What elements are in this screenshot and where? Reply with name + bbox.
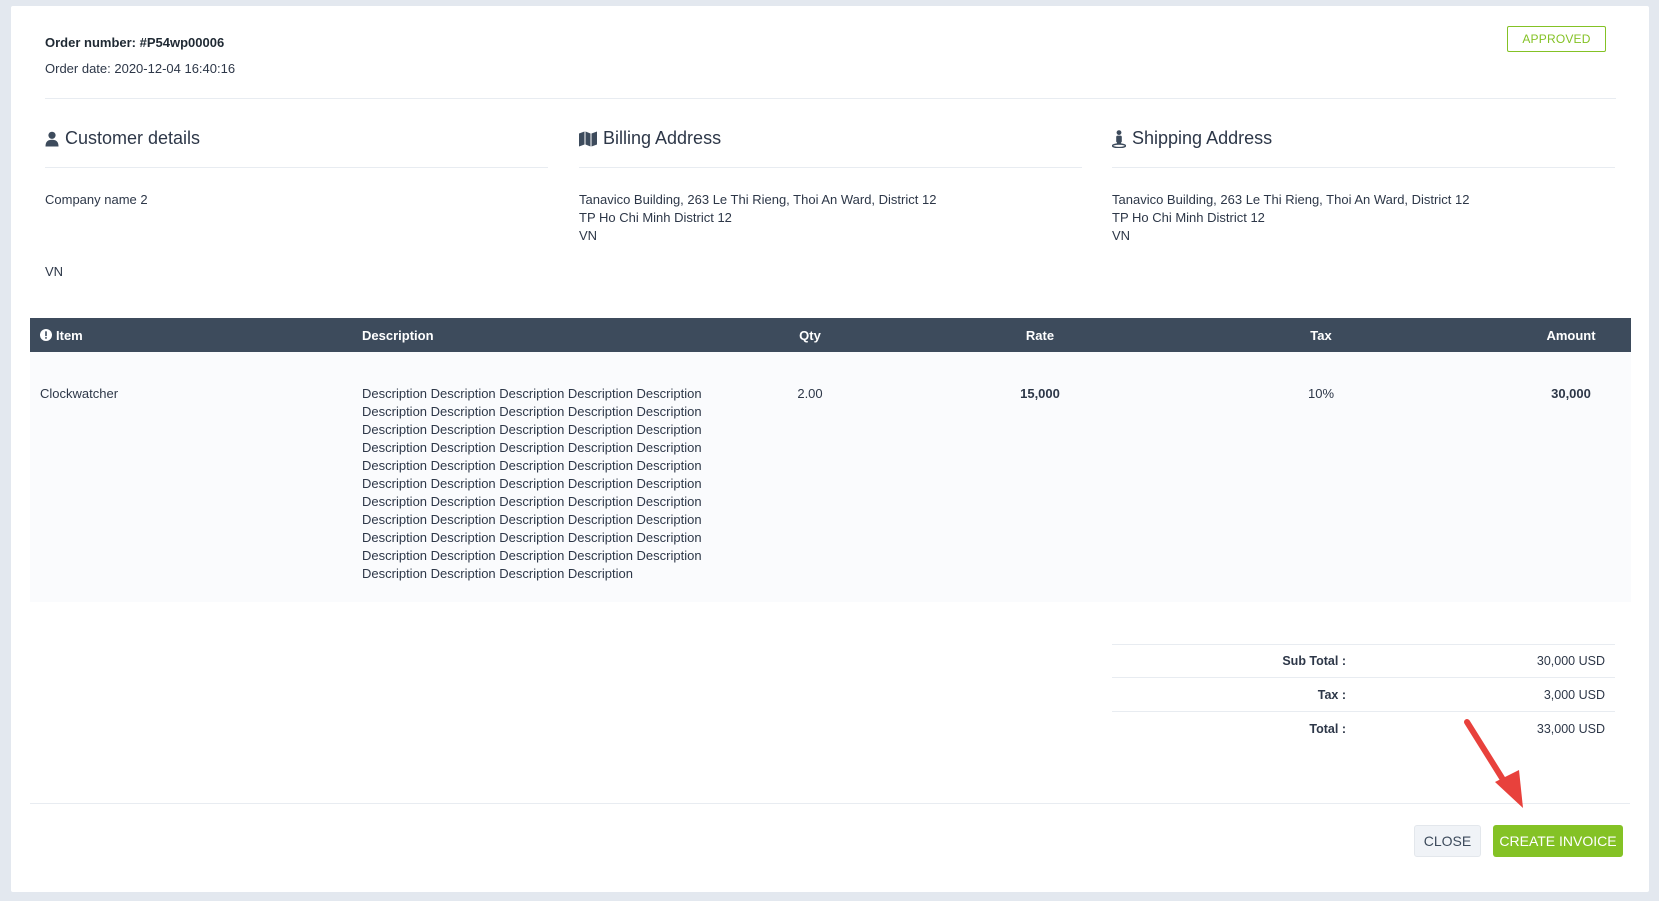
shipping-address-title: Shipping Address: [1132, 128, 1273, 148]
shipping-line-3: VN: [1112, 228, 1131, 243]
customer-details-body: Company name 2 VN: [45, 191, 548, 281]
billing-address-body: Tanavico Building, 263 Le Thi Rieng, Tho…: [579, 191, 1082, 245]
customer-company: Company name 2: [45, 192, 148, 207]
column-header-amount: Amount: [1546, 327, 1596, 343]
map-icon: [579, 131, 597, 146]
row-amount: 30,000: [1551, 386, 1591, 401]
shipping-line-1: Tanavico Building, 263 Le Thi Rieng, Tho…: [1112, 192, 1470, 207]
subtotal-value: 30,000 USD: [1536, 654, 1605, 668]
billing-address-heading: Billing Address: [579, 128, 1082, 168]
tax-row: Tax : 3,000 USD: [1112, 678, 1615, 712]
shipping-address-body: Tanavico Building, 263 Le Thi Rieng, Tho…: [1112, 191, 1615, 245]
column-header-item: Item: [40, 318, 83, 352]
tax-label: Tax :: [1317, 687, 1346, 702]
footer-divider: [30, 803, 1630, 804]
column-header-description: Description: [362, 327, 434, 343]
total-label: Total :: [1309, 722, 1346, 736]
user-icon: [45, 131, 59, 146]
tax-value: 3,000 USD: [1543, 687, 1605, 702]
row-item-name: Clockwatcher: [40, 386, 119, 401]
column-header-tax: Tax: [1310, 327, 1332, 343]
row-description: Description Description Description Desc…: [362, 386, 702, 581]
billing-line-2: TP Ho Chi Minh District 12: [579, 210, 732, 225]
shipping-address-section: Shipping Address Tanavico Building, 263 …: [1112, 128, 1615, 245]
column-header-qty: Qty: [799, 327, 821, 343]
subtotal-row: Sub Total : 30,000 USD: [1112, 644, 1615, 678]
row-rate: 15,000: [1020, 386, 1060, 401]
customer-details-title: Customer details: [65, 128, 201, 148]
info-circle-icon: [40, 329, 52, 341]
annotation-arrow-icon: [1464, 719, 1523, 808]
column-header-rate: Rate: [1025, 327, 1055, 343]
close-button[interactable]: CLOSE: [1414, 825, 1481, 857]
customer-details-heading: Customer details: [45, 128, 548, 168]
order-info: Order number: #P54wp00006 Order date: 20…: [45, 35, 235, 76]
billing-address-title: Billing Address: [603, 128, 722, 148]
row-tax: 10%: [1307, 386, 1335, 401]
create-invoice-button[interactable]: CREATE INVOICE: [1493, 825, 1623, 857]
table-row: Clockwatcher Description Description Des…: [30, 352, 1631, 602]
customer-country: VN: [45, 264, 64, 279]
order-detail-modal: Order number: #P54wp00006 Order date: 20…: [11, 6, 1649, 892]
billing-line-3: VN: [579, 228, 598, 243]
row-qty: 2.00: [797, 386, 823, 401]
billing-line-1: Tanavico Building, 263 Le Thi Rieng, Tho…: [579, 192, 937, 207]
status-badge: APPROVED: [1507, 26, 1606, 52]
order-date: Order date: 2020-12-04 16:40:16: [45, 61, 236, 76]
column-header-item-label: Item: [56, 327, 83, 343]
shipping-address-heading: Shipping Address: [1112, 128, 1615, 168]
subtotal-label: Sub Total :: [1282, 654, 1346, 668]
shipping-line-2: TP Ho Chi Minh District 12: [1112, 210, 1265, 225]
customer-details-section: Customer details Company name 2 VN: [45, 128, 548, 281]
header-divider: [45, 98, 1616, 99]
billing-address-section: Billing Address Tanavico Building, 263 L…: [579, 128, 1082, 245]
items-table-header: Item Description Qty Rate Tax Amount: [30, 318, 1631, 352]
street-view-icon: [1112, 129, 1126, 148]
order-number: Order number: #P54wp00006: [45, 35, 225, 50]
